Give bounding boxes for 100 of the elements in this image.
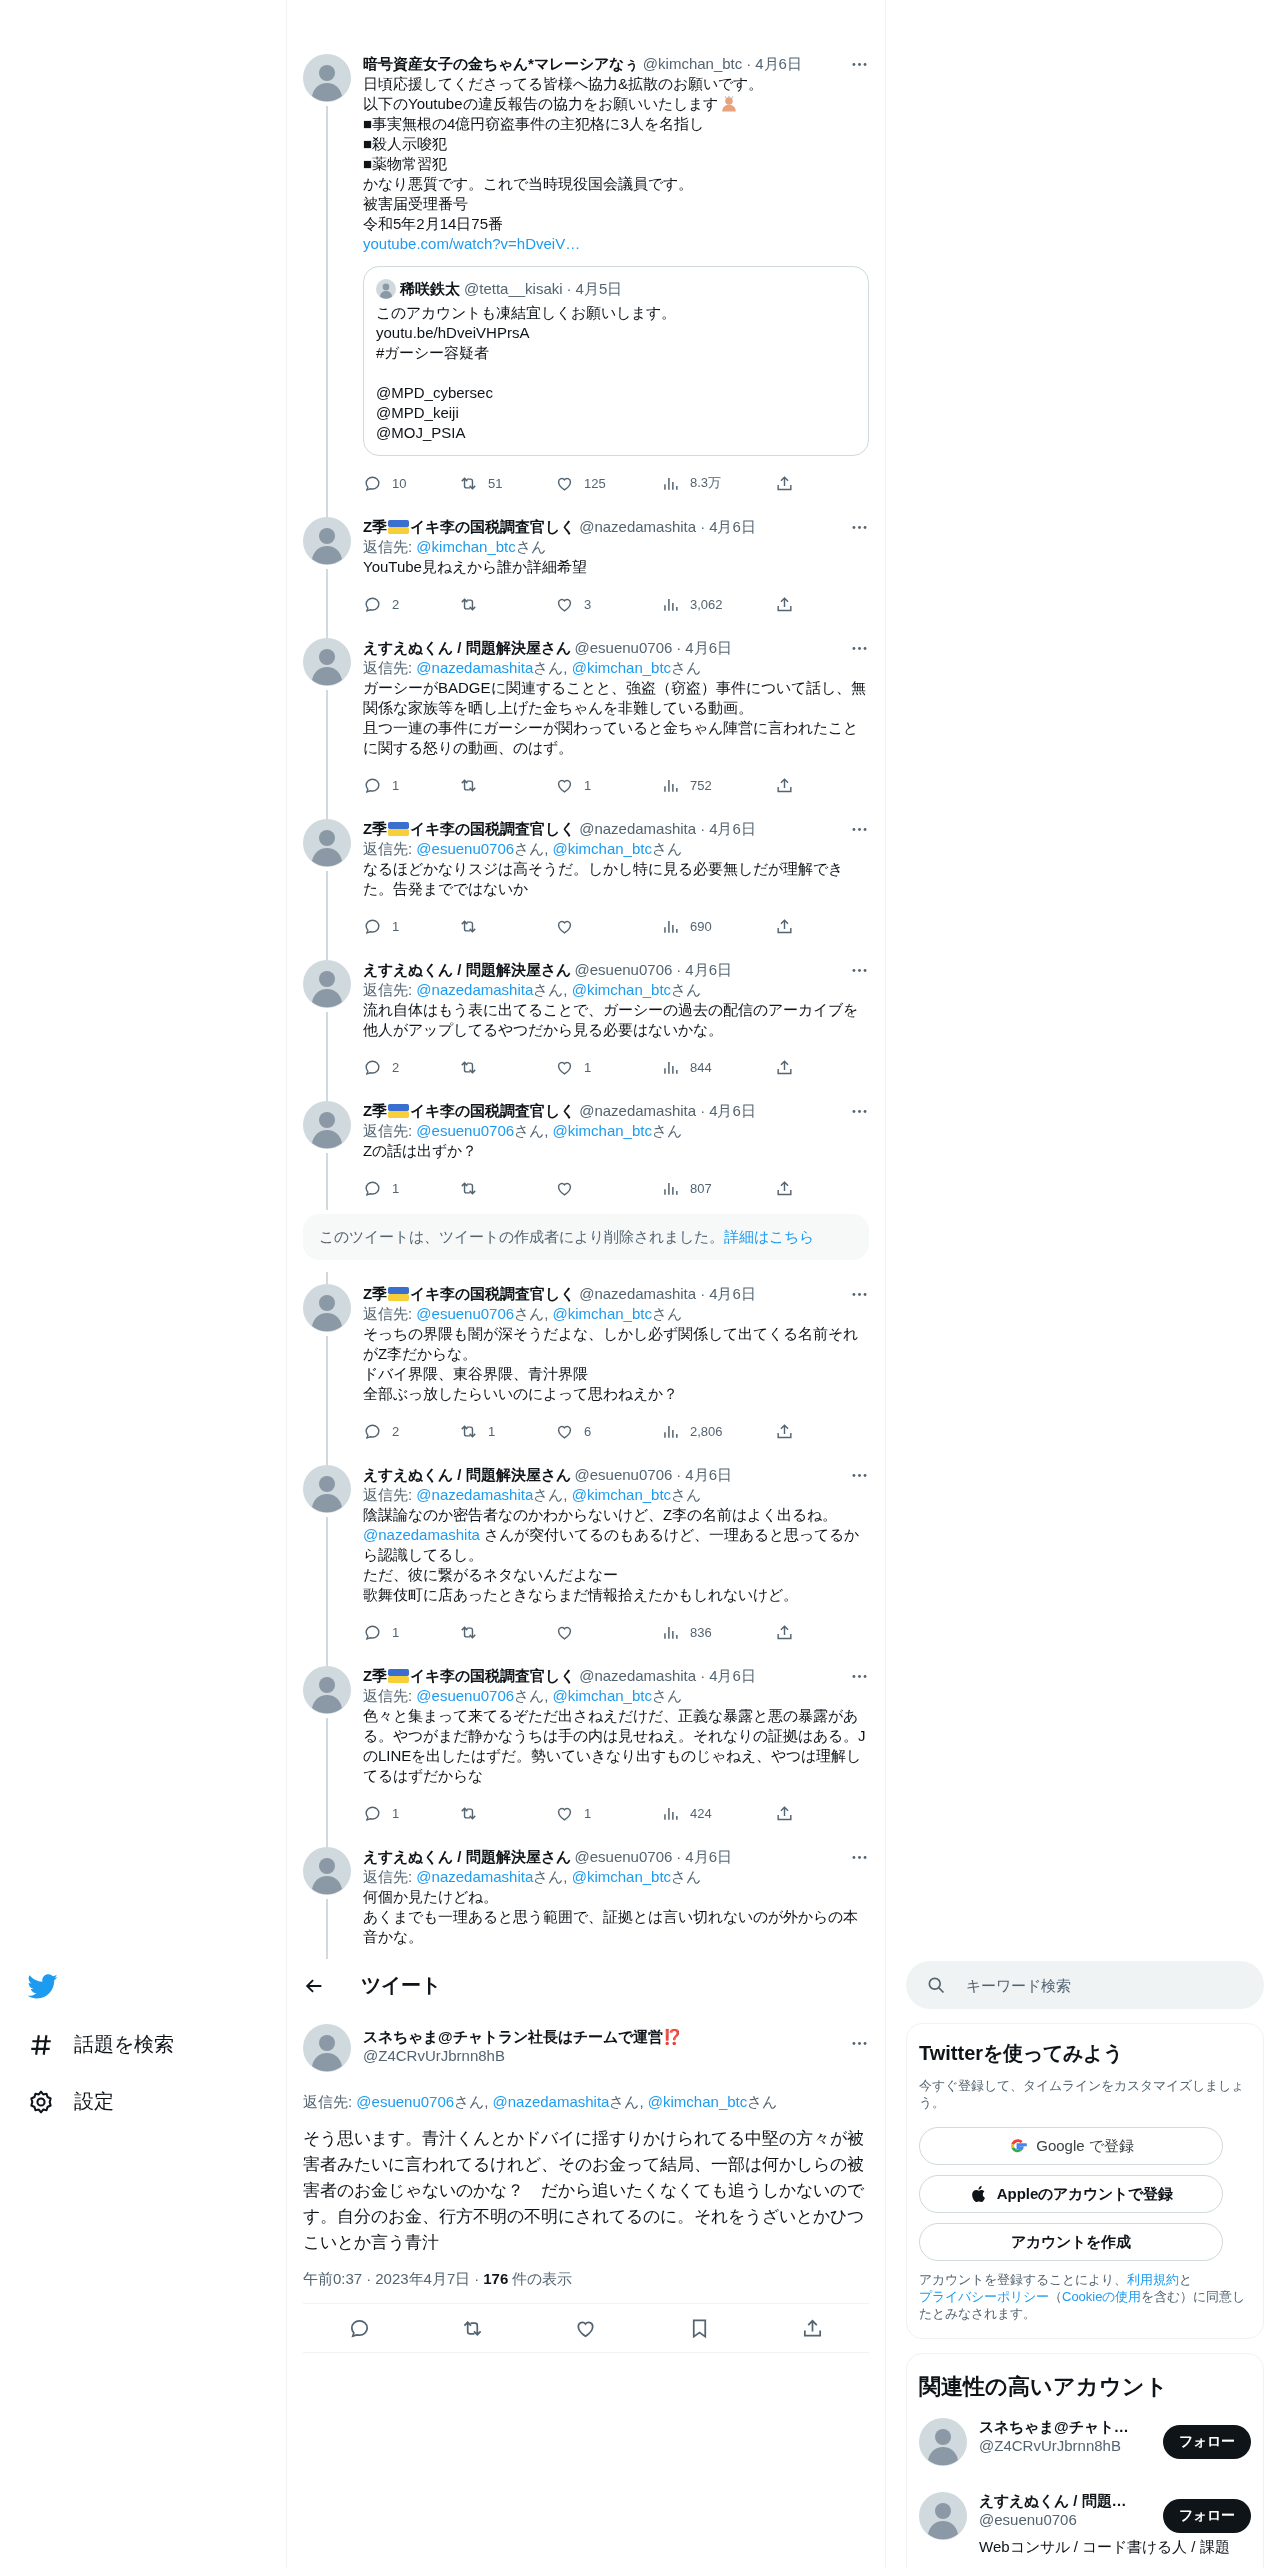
avatar[interactable] bbox=[303, 819, 351, 867]
user-handle[interactable]: @nazedamashita bbox=[579, 819, 697, 839]
user-handle[interactable]: @nazedamashita bbox=[579, 1101, 697, 1121]
avatar[interactable] bbox=[303, 2024, 351, 2072]
avatar[interactable] bbox=[919, 2492, 967, 2540]
avatar[interactable] bbox=[303, 517, 351, 565]
reply-button[interactable]: 10 bbox=[363, 473, 459, 493]
views-button[interactable]: 690 bbox=[661, 916, 775, 936]
author-name[interactable]: スネちゃま@チャトラン社長はチームで運営⁉ bbox=[363, 2028, 682, 2047]
avatar[interactable] bbox=[303, 1284, 351, 1332]
retweet-button[interactable]: 51 bbox=[459, 473, 555, 493]
author-name[interactable]: えすえぬくん / 問題… bbox=[979, 2492, 1163, 2511]
tweet-date[interactable]: 4月6日 bbox=[685, 638, 732, 658]
views-button[interactable]: 8.3万 bbox=[661, 473, 775, 493]
author-name[interactable]: 稀咲鉄太 bbox=[400, 279, 460, 299]
user-handle[interactable]: @esuenu0706 bbox=[574, 638, 673, 658]
avatar[interactable] bbox=[303, 1101, 351, 1149]
views-button[interactable]: 752 bbox=[661, 775, 775, 795]
author-name[interactable]: えすえぬくん / 問題解決屋さん bbox=[363, 638, 571, 658]
bird-logo-icon[interactable] bbox=[28, 1971, 58, 2001]
retweet-button[interactable]: 1 bbox=[459, 1421, 555, 1441]
reply-button[interactable]: 2 bbox=[363, 1057, 459, 1077]
nav-item[interactable]: 話題を検索 bbox=[28, 2031, 174, 2058]
avatar[interactable] bbox=[303, 1666, 351, 1714]
author-name[interactable]: イキ李の国税調査官しく bbox=[410, 1284, 576, 1304]
share-button[interactable] bbox=[775, 1057, 794, 1077]
user-handle[interactable]: @nazedamashita bbox=[579, 1284, 697, 1304]
tweet-date[interactable]: 4月6日 bbox=[709, 1284, 756, 1304]
reply-button[interactable]: 1 bbox=[363, 1622, 459, 1642]
tweet-time[interactable]: 午前0:37 bbox=[303, 2270, 363, 2287]
user-handle[interactable]: @esuenu0706 bbox=[574, 960, 673, 980]
avatar[interactable] bbox=[303, 960, 351, 1008]
author-name[interactable]: Z季 bbox=[363, 819, 388, 839]
reply-button[interactable]: 2 bbox=[363, 594, 459, 614]
share-button[interactable] bbox=[775, 594, 794, 614]
reply-button[interactable]: 1 bbox=[363, 775, 459, 795]
like-button[interactable]: 125 bbox=[555, 473, 661, 493]
avatar[interactable] bbox=[919, 2418, 967, 2466]
author-name[interactable]: イキ李の国税調査官しく bbox=[410, 1101, 576, 1121]
user-handle[interactable]: @nazedamashita bbox=[579, 1666, 697, 1686]
author-name[interactable]: Z季 bbox=[363, 1284, 388, 1304]
author-name[interactable]: Z季 bbox=[363, 517, 388, 537]
quoted-tweet[interactable]: 稀咲鉄太 @tetta__kisaki · 4月5日 このアカウントも凍結宜しくお願いします。 youtu.be/hDveiVHPrsA #ガーシー容疑者 @MPD_cybersec @MPD_keiji @MOJ_PSIA bbox=[363, 266, 869, 456]
author-name[interactable]: えすえぬくん / 問題解決屋さん bbox=[363, 1465, 571, 1485]
share-button[interactable] bbox=[775, 1803, 794, 1823]
views-button[interactable]: 3,062 bbox=[661, 594, 775, 614]
author-name[interactable]: スネちゃま@チャト… bbox=[979, 2418, 1163, 2437]
tweet-date[interactable]: 4月6日 bbox=[709, 1666, 756, 1686]
author-name[interactable]: えすえぬくん / 問題解決屋さん bbox=[363, 960, 571, 980]
user-handle[interactable]: @Z4CRvUrJbrnn8hB bbox=[979, 2437, 1163, 2454]
author-name[interactable]: イキ李の国税調査官しく bbox=[410, 517, 576, 537]
author-name[interactable]: Z季 bbox=[363, 1666, 388, 1686]
share-button[interactable] bbox=[775, 775, 794, 795]
user-handle[interactable]: @esuenu0706 bbox=[979, 2511, 1163, 2528]
signup-button[interactable]: Appleのアカウントで登録 bbox=[919, 2175, 1223, 2213]
author-name[interactable]: イキ李の国税調査官しく bbox=[410, 819, 576, 839]
tweet-date[interactable]: 4月6日 bbox=[709, 1101, 756, 1121]
nav-item[interactable]: 設定 bbox=[28, 2088, 114, 2115]
like-button[interactable]: 1 bbox=[555, 1057, 661, 1077]
share-button[interactable] bbox=[775, 473, 794, 493]
views-button[interactable]: 807 bbox=[661, 1178, 775, 1198]
share-button[interactable] bbox=[775, 916, 794, 936]
share-button[interactable] bbox=[775, 1178, 794, 1198]
follow-button[interactable]: フォロー bbox=[1163, 2499, 1251, 2533]
reply-button[interactable]: 1 bbox=[363, 916, 459, 936]
tweet-date[interactable]: 4月6日 bbox=[685, 1847, 732, 1867]
tweet-date[interactable]: 2023年4月7日 bbox=[375, 2270, 471, 2287]
like-button[interactable]: 6 bbox=[555, 1421, 661, 1441]
search-field[interactable]: キーワード検索 bbox=[906, 1961, 1264, 2009]
follow-button[interactable]: フォロー bbox=[1163, 2425, 1251, 2459]
user-handle[interactable]: @esuenu0706 bbox=[574, 1465, 673, 1485]
like-button[interactable]: 1 bbox=[555, 775, 661, 795]
reply-button[interactable]: 1 bbox=[363, 1178, 459, 1198]
views-button[interactable]: 844 bbox=[661, 1057, 775, 1077]
share-button[interactable] bbox=[775, 1622, 794, 1642]
views-button[interactable]: 424 bbox=[661, 1803, 775, 1823]
signup-button[interactable]: アカウントを作成 bbox=[919, 2223, 1223, 2261]
views-button[interactable]: 836 bbox=[661, 1622, 775, 1642]
author-name[interactable]: イキ李の国税調査官しく bbox=[410, 1666, 576, 1686]
author-name[interactable]: 暗号資産女子の金ちゃん*マレーシアなぅ bbox=[363, 54, 639, 74]
tweet-date[interactable]: 4月6日 bbox=[709, 819, 756, 839]
tweet-date[interactable]: 4月6日 bbox=[685, 960, 732, 980]
like-button[interactable]: 1 bbox=[555, 1803, 661, 1823]
user-handle[interactable]: @Z4CRvUrJbrnn8hB bbox=[363, 2047, 682, 2064]
share-button[interactable] bbox=[775, 1421, 794, 1441]
author-name[interactable]: えすえぬくん / 問題解決屋さん bbox=[363, 1847, 571, 1867]
tweet-date[interactable]: 4月6日 bbox=[709, 517, 756, 537]
avatar[interactable] bbox=[303, 1465, 351, 1513]
author-name[interactable]: Z季 bbox=[363, 1101, 388, 1121]
tweet-date[interactable]: 4月6日 bbox=[755, 54, 802, 74]
tweet-date[interactable]: 4月6日 bbox=[685, 1465, 732, 1485]
signup-button[interactable]: Google で登録 bbox=[919, 2127, 1223, 2165]
user-handle[interactable]: @esuenu0706 bbox=[574, 1847, 673, 1867]
avatar[interactable] bbox=[303, 1847, 351, 1895]
reply-button[interactable]: 2 bbox=[363, 1421, 459, 1441]
reply-button[interactable]: 1 bbox=[363, 1803, 459, 1823]
user-handle[interactable]: @nazedamashita bbox=[579, 517, 697, 537]
views-button[interactable]: 2,806 bbox=[661, 1421, 775, 1441]
like-button[interactable]: 3 bbox=[555, 594, 661, 614]
avatar[interactable] bbox=[303, 638, 351, 686]
